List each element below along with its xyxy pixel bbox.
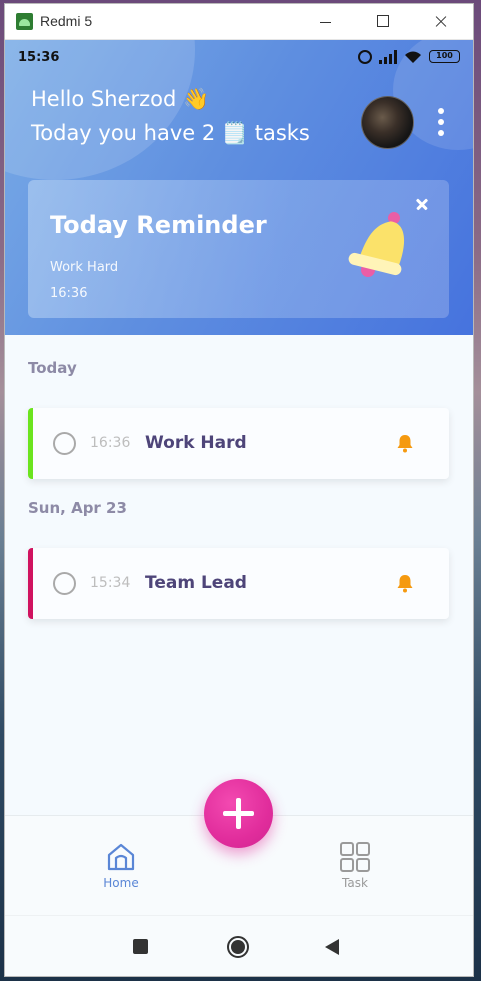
bell-illustration-icon: [348, 212, 405, 277]
greeting-line1: Hello Sherzod 👋: [31, 87, 210, 111]
system-nav-bar: [5, 915, 473, 976]
status-time: 15:36: [18, 50, 60, 65]
battery-icon: 100: [429, 50, 460, 63]
task-checkbox[interactable]: [53, 432, 76, 455]
task-checkbox[interactable]: [53, 572, 76, 595]
maximize-button[interactable]: [360, 4, 406, 40]
reminder-close-icon[interactable]: [414, 196, 430, 212]
window-title: Redmi 5: [40, 13, 93, 29]
task-color-bar: [28, 548, 33, 619]
task-time: 15:34: [90, 575, 131, 591]
task-card[interactable]: 16:36 Work Hard: [28, 408, 449, 479]
bell-icon[interactable]: [396, 573, 414, 593]
minimize-button[interactable]: [303, 4, 349, 40]
task-color-bar: [28, 408, 33, 479]
emulator-window: Redmi 5 15:36 100 Hello Sherzod 👋 Today …: [5, 4, 473, 976]
more-menu-button[interactable]: [432, 108, 450, 138]
section-title-today: Today: [28, 359, 77, 377]
reminder-task-name: Work Hard: [50, 260, 119, 275]
nav-home-label: Home: [103, 876, 139, 890]
greeting-line2: Today you have 2 🗒️ tasks: [31, 121, 310, 145]
home-system-button[interactable]: [227, 936, 249, 958]
android-app-icon: [16, 13, 33, 30]
nav-task-label: Task: [342, 876, 368, 890]
task-card[interactable]: 15:34 Team Lead: [28, 548, 449, 619]
reminder-time: 16:36: [50, 286, 88, 301]
status-bar: 15:36 100: [5, 40, 473, 76]
phone-screen: 15:36 100 Hello Sherzod 👋 Today you have…: [5, 40, 473, 976]
close-window-button[interactable]: [418, 4, 464, 40]
grid-icon: [340, 842, 370, 872]
bell-icon[interactable]: [396, 433, 414, 453]
task-time: 16:36: [90, 435, 131, 451]
back-button[interactable]: [325, 939, 339, 955]
greeting: Hello Sherzod 👋 Today you have 2 🗒️ task…: [31, 82, 310, 150]
section-title-date: Sun, Apr 23: [28, 499, 127, 517]
window-titlebar: Redmi 5: [5, 4, 473, 40]
signal-icon: [379, 50, 397, 64]
recents-button[interactable]: [133, 939, 148, 954]
alarm-icon: [358, 50, 372, 64]
task-name: Work Hard: [145, 433, 247, 453]
home-icon: [107, 843, 135, 871]
nav-home[interactable]: Home: [83, 840, 159, 896]
avatar[interactable]: [361, 96, 414, 149]
wifi-icon: [405, 51, 421, 63]
today-reminder-card[interactable]: Today Reminder Work Hard 16:36: [28, 180, 449, 318]
task-name: Team Lead: [145, 573, 247, 593]
task-list: Today 16:36 Work Hard Sun, Apr 23 15:34 …: [5, 335, 473, 815]
home-header: 15:36 100 Hello Sherzod 👋 Today you have…: [5, 40, 473, 335]
reminder-title: Today Reminder: [50, 211, 267, 239]
add-task-button[interactable]: [204, 779, 273, 848]
nav-task[interactable]: Task: [317, 840, 393, 896]
